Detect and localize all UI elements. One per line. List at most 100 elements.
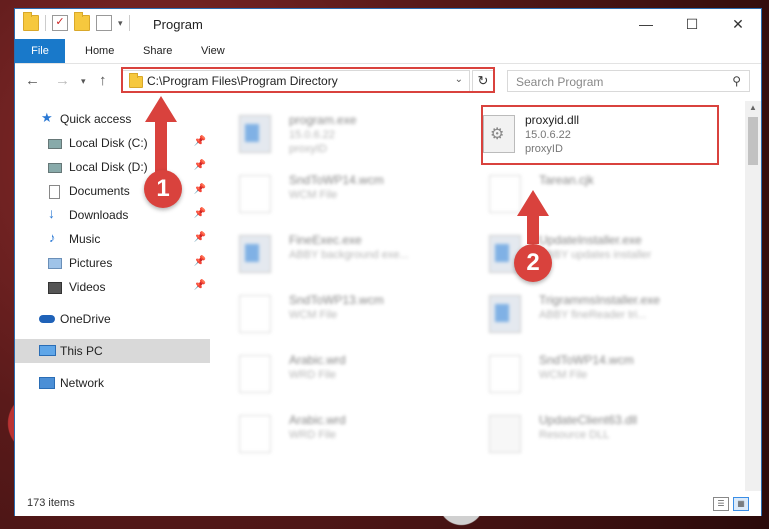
refresh-button[interactable]: ↻ <box>472 70 494 92</box>
view-toggle: ☰ ▦ <box>713 497 749 511</box>
file-type: WRD File <box>289 429 337 441</box>
file-item[interactable]: program.exe 15.0.6.22 proxyID <box>211 107 446 159</box>
pin-icon[interactable]: 📌 <box>194 208 206 219</box>
chevron-down-icon[interactable]: ⌄ <box>455 74 463 85</box>
tab-home[interactable]: Home <box>71 39 128 63</box>
sidebar-item-onedrive[interactable]: OneDrive <box>15 307 210 331</box>
file-description: ABBY background exe... <box>289 249 409 261</box>
drive-icon <box>48 163 62 173</box>
search-box[interactable]: ⚲ <box>507 70 750 92</box>
tab-view[interactable]: View <box>187 39 239 63</box>
properties-check-icon[interactable]: ✓ <box>52 15 68 31</box>
pin-icon[interactable]: 📌 <box>194 280 206 291</box>
file-type: WCM File <box>539 369 588 381</box>
sidebar-item-label: Network <box>60 376 105 390</box>
chevron-down-icon[interactable]: ▾ <box>118 18 123 29</box>
pin-icon[interactable]: 📌 <box>194 160 206 171</box>
file-item[interactable]: SndToWP14.wcm WCM File <box>461 347 696 399</box>
file-name: SndToWP14.wcm <box>289 173 384 187</box>
up-arrow-icon[interactable]: ↑ <box>99 72 107 89</box>
sidebar-item-pictures[interactable]: Pictures 📌 <box>15 251 210 275</box>
pin-icon[interactable]: 📌 <box>194 232 206 243</box>
maximize-button[interactable]: ☐ <box>669 9 715 39</box>
address-bar[interactable]: C:\Program Files\Program Directory ⌄ <box>122 70 470 92</box>
file-item[interactable]: UpdateClient63.dll Resource DLL <box>461 407 696 459</box>
recent-locations-icon[interactable]: ▾ <box>81 76 86 87</box>
file-item[interactable]: Tarean.cjk <box>461 167 696 219</box>
file-name: TrigrammsInstaller.exe <box>539 293 660 307</box>
gear-icon: ⚙ <box>490 126 505 143</box>
minimize-button[interactable]: — <box>623 9 669 39</box>
star-icon: ★ <box>41 110 53 125</box>
scroll-up-icon[interactable]: ▲ <box>745 103 761 112</box>
file-description: ABBY fineReader tri... <box>539 309 647 321</box>
file-item-proxyid-dll[interactable]: ⚙ proxyid.dll 15.0.6.22 proxyID <box>461 107 696 159</box>
scroll-thumb[interactable] <box>748 117 758 165</box>
document-file-icon <box>239 415 271 453</box>
file-type: WCM File <box>289 309 338 321</box>
customize-icon[interactable] <box>96 15 112 31</box>
forward-arrow-icon[interactable]: → <box>55 72 70 89</box>
file-company: proxyID <box>289 143 327 155</box>
sidebar-item-local-disk-d[interactable]: Local Disk (D:) 📌 <box>15 155 210 179</box>
file-name: UpdateInstaller.exe <box>539 233 642 247</box>
file-name: SndToWP13.wcm <box>289 293 384 307</box>
documents-icon <box>49 185 60 199</box>
document-file-icon <box>489 175 521 213</box>
search-input[interactable] <box>514 74 718 90</box>
drive-icon <box>48 139 62 149</box>
cloud-icon <box>39 315 55 323</box>
status-bar: 173 items ☰ ▦ <box>15 492 761 516</box>
dll-file-icon <box>489 415 521 453</box>
vertical-scrollbar[interactable]: ▲ <box>745 101 761 491</box>
file-item[interactable]: SndToWP13.wcm WCM File <box>211 287 446 339</box>
tab-file[interactable]: File <box>15 39 65 63</box>
file-version: 15.0.6.22 <box>525 129 571 141</box>
sidebar-item-label: Downloads <box>69 208 129 222</box>
tab-share[interactable]: Share <box>129 39 186 63</box>
pin-icon[interactable]: 📌 <box>194 184 206 195</box>
tiles-view-icon[interactable]: ▦ <box>733 497 749 511</box>
sidebar-item-label: Pictures <box>69 256 113 270</box>
file-item[interactable]: SndToWP14.wcm WCM File <box>211 167 446 219</box>
sidebar-item-label: This PC <box>60 344 103 358</box>
dll-file-icon: ⚙ <box>483 115 515 153</box>
close-button[interactable]: ✕ <box>715 9 761 39</box>
file-type: WRD File <box>289 369 337 381</box>
sidebar-item-this-pc[interactable]: This PC <box>15 339 210 363</box>
search-icon[interactable]: ⚲ <box>732 74 741 88</box>
back-arrow-icon[interactable]: ← <box>25 72 40 89</box>
pin-icon[interactable]: 📌 <box>194 256 206 267</box>
pin-icon[interactable]: 📌 <box>194 136 206 147</box>
file-type: WCM File <box>289 189 338 201</box>
file-name: SndToWP14.wcm <box>539 353 634 367</box>
exe-file-icon <box>239 235 271 273</box>
sidebar-item-network[interactable]: Network <box>15 371 210 395</box>
explorer-window: ✓ ▾ Program — ☐ ✕ File Home Share View ←… <box>14 8 762 516</box>
file-item[interactable]: Arabic.wrd WRD File <box>211 407 446 459</box>
file-name: proxyid.dll <box>525 113 580 127</box>
sidebar-item-quick-access[interactable]: ★ Quick access <box>15 107 210 131</box>
sidebar-item-videos[interactable]: Videos 📌 <box>15 275 210 299</box>
new-folder-icon[interactable] <box>74 12 90 31</box>
computer-icon <box>39 345 56 356</box>
sidebar-item-local-disk-c[interactable]: Local Disk (C:) 📌 <box>15 131 210 155</box>
file-item[interactable]: TrigrammsInstaller.exe ABBY fineReader t… <box>461 287 696 339</box>
file-version: 15.0.6.22 <box>289 129 335 141</box>
folder-icon <box>129 73 143 88</box>
document-file-icon <box>489 355 521 393</box>
file-item[interactable]: UpdateInstaller.exe ABBY updates install… <box>461 227 696 279</box>
document-file-icon <box>239 295 271 333</box>
network-icon <box>39 377 55 389</box>
file-item[interactable]: FineExec.exe ABBY background exe... <box>211 227 446 279</box>
file-description: ABBY updates installer <box>539 249 652 261</box>
videos-icon <box>48 282 62 294</box>
music-icon: ♪ <box>49 230 56 245</box>
sidebar-item-music[interactable]: ♪ Music 📌 <box>15 227 210 251</box>
separator <box>128 15 130 31</box>
file-item[interactable]: Arabic.wrd WRD File <box>211 347 446 399</box>
sidebar-item-downloads[interactable]: ↓ Downloads 📌 <box>15 203 210 227</box>
step-badge-1: 1 <box>144 170 182 208</box>
item-count: 173 items <box>27 497 75 509</box>
details-view-icon[interactable]: ☰ <box>713 497 729 511</box>
